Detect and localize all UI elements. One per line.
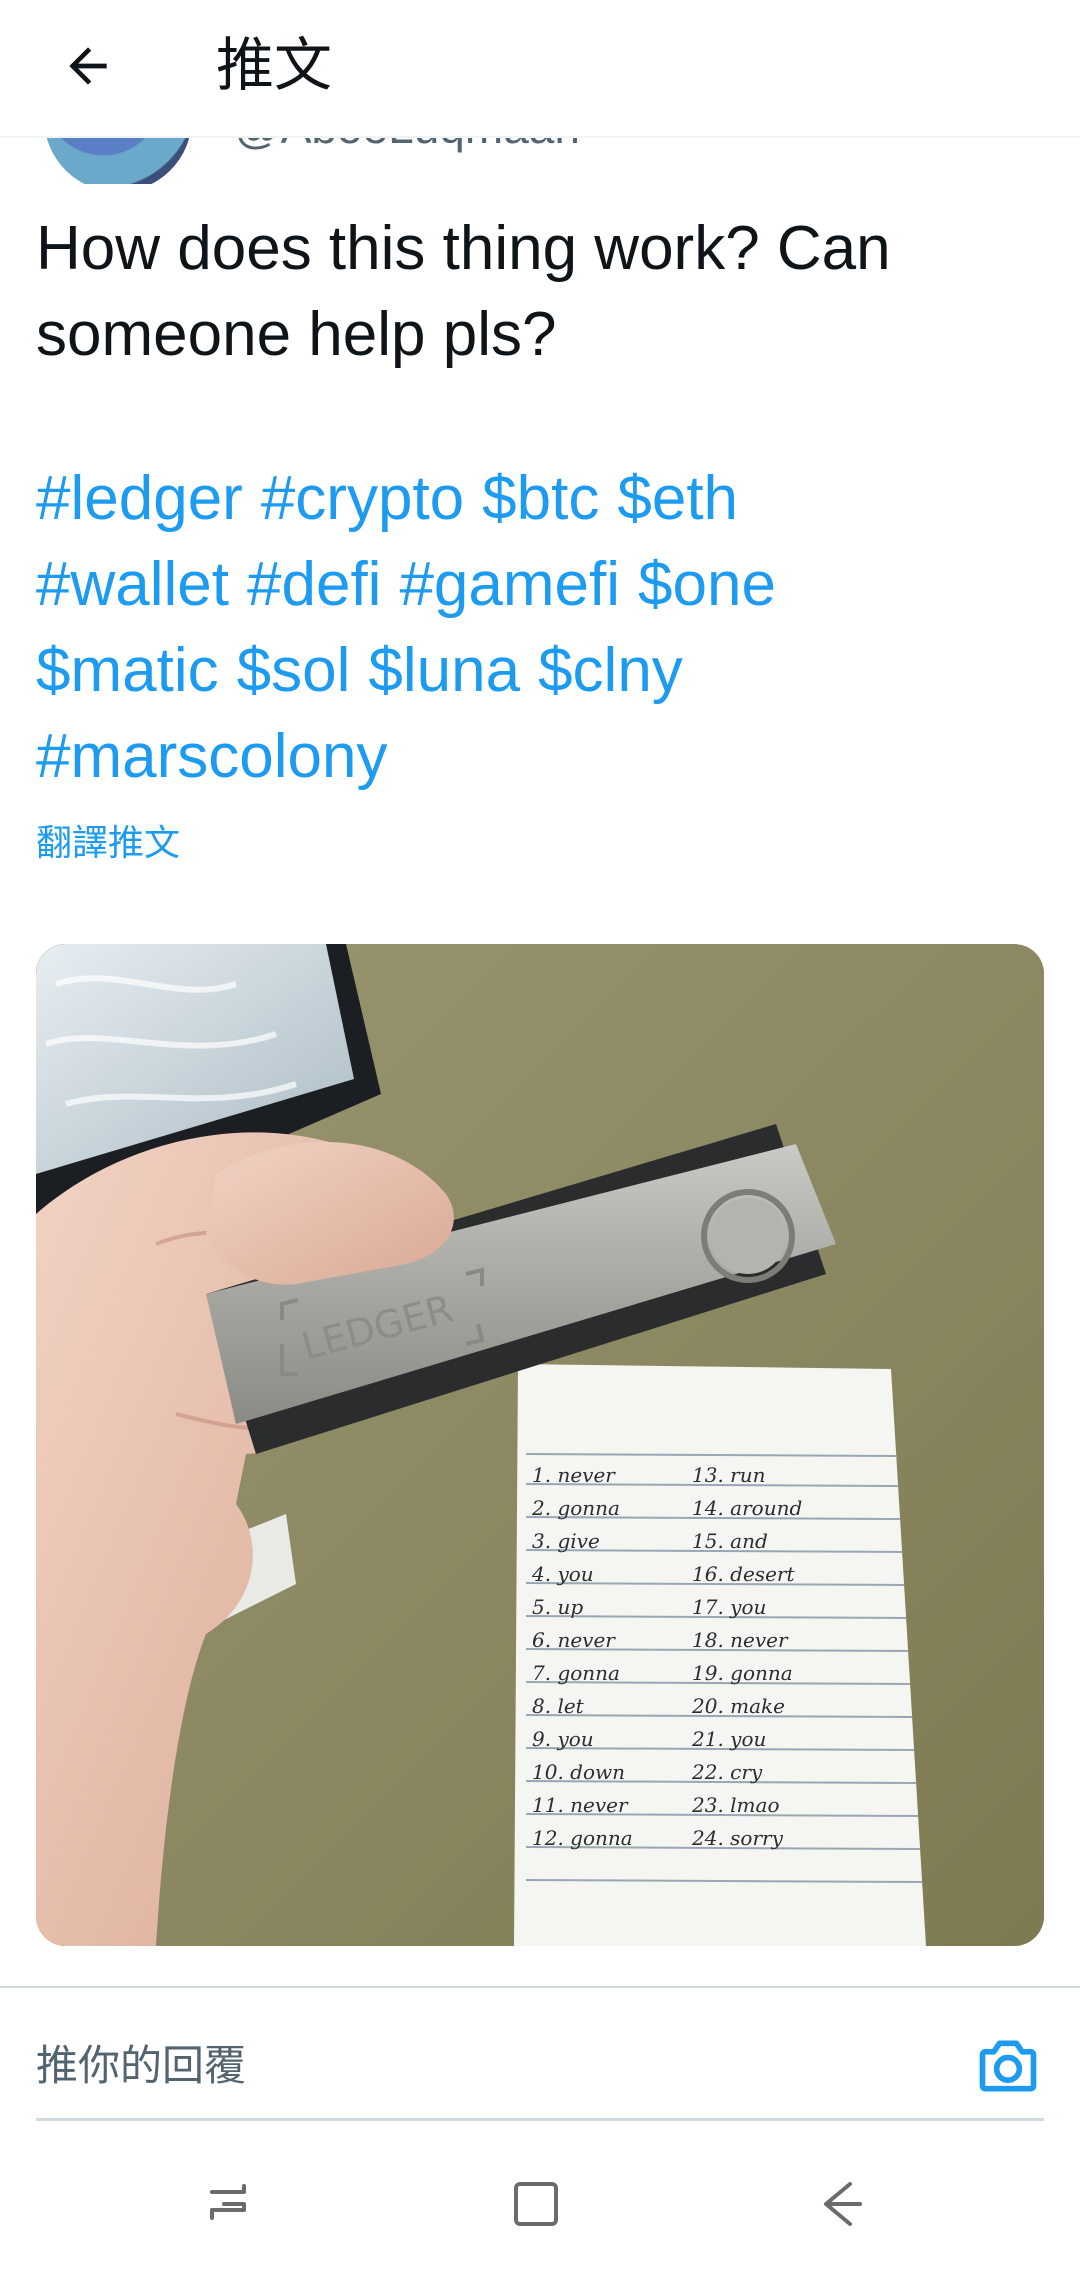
seed-word: 17. you bbox=[692, 1595, 766, 1619]
tag-link[interactable]: $eth bbox=[617, 464, 738, 533]
author-handle[interactable]: @AboeLuqmaan bbox=[234, 136, 580, 154]
tag-link[interactable]: #gamefi bbox=[399, 550, 620, 619]
seed-word: 3. give bbox=[532, 1529, 600, 1553]
seed-word: 13. run bbox=[692, 1463, 766, 1487]
seed-word: 4. you bbox=[531, 1562, 594, 1586]
back-nav-button[interactable] bbox=[790, 2154, 890, 2254]
tag-link[interactable]: #marscolony bbox=[36, 722, 387, 791]
home-button[interactable] bbox=[486, 2154, 586, 2254]
tag-link[interactable]: $clny bbox=[538, 636, 683, 705]
tweet-tags: #ledger #crypto $btc $eth #wallet #defi #game… bbox=[36, 456, 1036, 800]
seed-word: 11. never bbox=[532, 1793, 629, 1817]
seed-word: 9. you bbox=[532, 1727, 594, 1751]
photo-illustration: 1. never 2. gonna 3. give 4. you 5. up 6… bbox=[36, 944, 1044, 1946]
seed-word: 5. up bbox=[532, 1595, 583, 1619]
seed-word: 15. and bbox=[692, 1529, 768, 1553]
recents-button[interactable] bbox=[184, 2154, 284, 2254]
seed-word: 12. gonna bbox=[532, 1826, 633, 1850]
seed-word: 19. gonna bbox=[692, 1661, 793, 1685]
divider bbox=[0, 1986, 1080, 1988]
translate-tweet-link[interactable]: 翻譯推文 bbox=[36, 814, 180, 866]
author-row: @AboeLuqmaan bbox=[0, 136, 1080, 184]
seed-word: 16. desert bbox=[692, 1562, 795, 1586]
seed-word: 22. cry bbox=[691, 1760, 763, 1784]
tag-link[interactable]: #wallet bbox=[36, 550, 229, 619]
reply-input[interactable]: 推你的回覆 bbox=[36, 2032, 246, 2093]
seed-word: 21. you bbox=[691, 1727, 766, 1751]
tag-link[interactable]: #defi bbox=[247, 550, 381, 619]
seed-word: 8. let bbox=[532, 1694, 585, 1718]
avatar[interactable] bbox=[44, 136, 192, 184]
tag-link[interactable]: $matic bbox=[36, 636, 219, 705]
arrow-left-icon bbox=[69, 47, 107, 85]
seed-word: 10. down bbox=[532, 1760, 625, 1784]
seed-word: 6. never bbox=[532, 1628, 616, 1652]
system-nav-bar bbox=[0, 2124, 1080, 2282]
seed-word: 14. around bbox=[692, 1496, 802, 1520]
seed-word: 2. gonna bbox=[531, 1496, 620, 1520]
camera-button[interactable] bbox=[974, 2032, 1042, 2100]
tag-link[interactable]: $luna bbox=[368, 636, 520, 705]
seed-word: 18. never bbox=[692, 1628, 789, 1652]
home-icon bbox=[514, 2182, 558, 2226]
tag-link[interactable]: $sol bbox=[237, 636, 351, 705]
seed-phrase-paper: 1. never 2. gonna 3. give 4. you 5. up 6… bbox=[514, 1364, 926, 1946]
camera-icon bbox=[979, 2040, 1037, 2092]
tag-link[interactable]: $one bbox=[638, 550, 776, 619]
tag-link[interactable]: $btc bbox=[482, 464, 599, 533]
reply-underline bbox=[36, 2118, 1044, 2121]
back-icon bbox=[824, 2182, 862, 2226]
tweet-photo[interactable]: 1. never 2. gonna 3. give 4. you 5. up 6… bbox=[36, 944, 1044, 1946]
seed-word: 23. lmao bbox=[691, 1793, 780, 1817]
tag-link[interactable]: #ledger bbox=[36, 464, 243, 533]
back-button[interactable] bbox=[48, 26, 128, 106]
seed-word: 20. make bbox=[691, 1694, 785, 1718]
seed-word: 1. never bbox=[532, 1463, 616, 1487]
seed-word: 24. sorry bbox=[691, 1826, 784, 1850]
seed-word: 7. gonna bbox=[532, 1661, 620, 1685]
page-title: 推文 bbox=[216, 33, 333, 98]
tag-link[interactable]: #crypto bbox=[261, 464, 464, 533]
tweet-text: How does this thing work? Can someone he… bbox=[36, 214, 891, 369]
recents-icon bbox=[210, 2184, 246, 2220]
top-bar: 推文 bbox=[0, 0, 1080, 138]
